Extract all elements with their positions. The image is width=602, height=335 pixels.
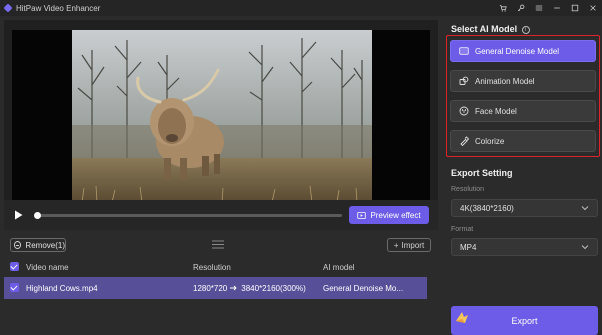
app-window: HitPaw Video Enhancer Preview effect Rem…: [0, 0, 602, 335]
import-button[interactable]: + Import: [387, 238, 431, 252]
seek-thumb[interactable]: [34, 212, 41, 219]
seek-bar[interactable]: [34, 212, 342, 219]
chevron-down-icon: [581, 206, 589, 211]
highland-cow-scene: [72, 30, 372, 202]
video-frame-image: [72, 30, 372, 202]
model-colorize[interactable]: Colorize: [450, 130, 596, 152]
header-resolution: Resolution: [193, 262, 231, 272]
import-label: Import: [401, 240, 425, 250]
play-icon[interactable]: [12, 209, 24, 221]
model-face[interactable]: Face Model: [450, 100, 596, 122]
row-checkbox[interactable]: [10, 283, 19, 292]
app-title: HitPaw Video Enhancer: [16, 3, 101, 13]
select-model-title-text: Select AI Model: [451, 24, 518, 34]
model-label: Animation Model: [475, 76, 535, 86]
preview-icon: [357, 211, 367, 219]
maximize-icon[interactable]: [566, 0, 584, 16]
export-label: Export: [511, 315, 538, 326]
export-button[interactable]: Export: [451, 306, 598, 335]
app-logo-icon: [3, 3, 13, 13]
table-row[interactable]: Highland Cows.mp4 1280*720 3840*2160(300…: [4, 277, 427, 299]
list-toolbar: Remove(1) + Import: [4, 234, 438, 256]
denoise-icon: [459, 47, 469, 55]
model-selection-highlight: General Denoise Model Animation Model Fa…: [446, 35, 600, 157]
format-select[interactable]: MP4: [451, 238, 598, 256]
key-icon[interactable]: [512, 0, 530, 16]
plus-icon: +: [393, 240, 399, 250]
face-icon: [459, 106, 469, 116]
cart-icon[interactable]: [494, 0, 512, 16]
minimize-icon[interactable]: [548, 0, 566, 16]
header-ai-model: AI model: [323, 262, 355, 272]
header-video-name: Video name: [26, 262, 69, 272]
model-label: General Denoise Model: [475, 46, 560, 56]
model-label: Face Model: [475, 106, 517, 116]
player-controls: Preview effect: [4, 200, 438, 230]
remove-button[interactable]: Remove(1): [10, 238, 66, 252]
preview-effect-button[interactable]: Preview effect: [349, 206, 429, 224]
model-general-denoise[interactable]: General Denoise Model: [450, 40, 596, 62]
resolution-label: Resolution: [451, 186, 485, 193]
menu-icon[interactable]: [530, 0, 548, 16]
video-canvas: [12, 30, 430, 202]
row-ai-model: General Denoise Mo...: [323, 283, 404, 293]
preview-effect-label: Preview effect: [370, 210, 421, 220]
export-logo-icon: [456, 312, 468, 323]
row-resolution: 1280*720 3840*2160(300%): [193, 284, 306, 293]
row-video-name: Highland Cows.mp4: [26, 283, 98, 293]
info-icon[interactable]: i: [521, 25, 530, 34]
list-view-icon[interactable]: [212, 240, 224, 249]
select-all-checkbox[interactable]: [10, 262, 19, 271]
resolution-from: 1280*720: [193, 283, 228, 293]
remove-icon: [14, 241, 22, 249]
table-header: Video name Resolution AI model: [4, 258, 438, 276]
arrow-right-icon: [230, 285, 237, 291]
resolution-value: 4K(3840*2160): [460, 203, 514, 213]
format-value: MP4: [460, 242, 477, 252]
colorize-icon: [460, 136, 469, 146]
resolution-to: 3840*2160(300%): [241, 283, 306, 293]
model-label: Colorize: [475, 136, 505, 146]
chevron-down-icon: [581, 245, 589, 250]
window-controls: [494, 0, 602, 16]
settings-panel: Select AI Model i General Denoise Model …: [442, 16, 602, 335]
preview-area: [4, 20, 438, 202]
select-model-title: Select AI Model i: [451, 24, 530, 34]
close-icon[interactable]: [584, 0, 602, 16]
export-setting-title: Export Setting: [451, 168, 513, 178]
title-bar: HitPaw Video Enhancer: [0, 0, 602, 16]
format-label: Format: [451, 226, 474, 233]
animation-icon: [459, 76, 469, 85]
model-animation[interactable]: Animation Model: [450, 70, 596, 92]
resolution-select[interactable]: 4K(3840*2160): [451, 199, 598, 217]
remove-label: Remove(1): [25, 240, 65, 250]
